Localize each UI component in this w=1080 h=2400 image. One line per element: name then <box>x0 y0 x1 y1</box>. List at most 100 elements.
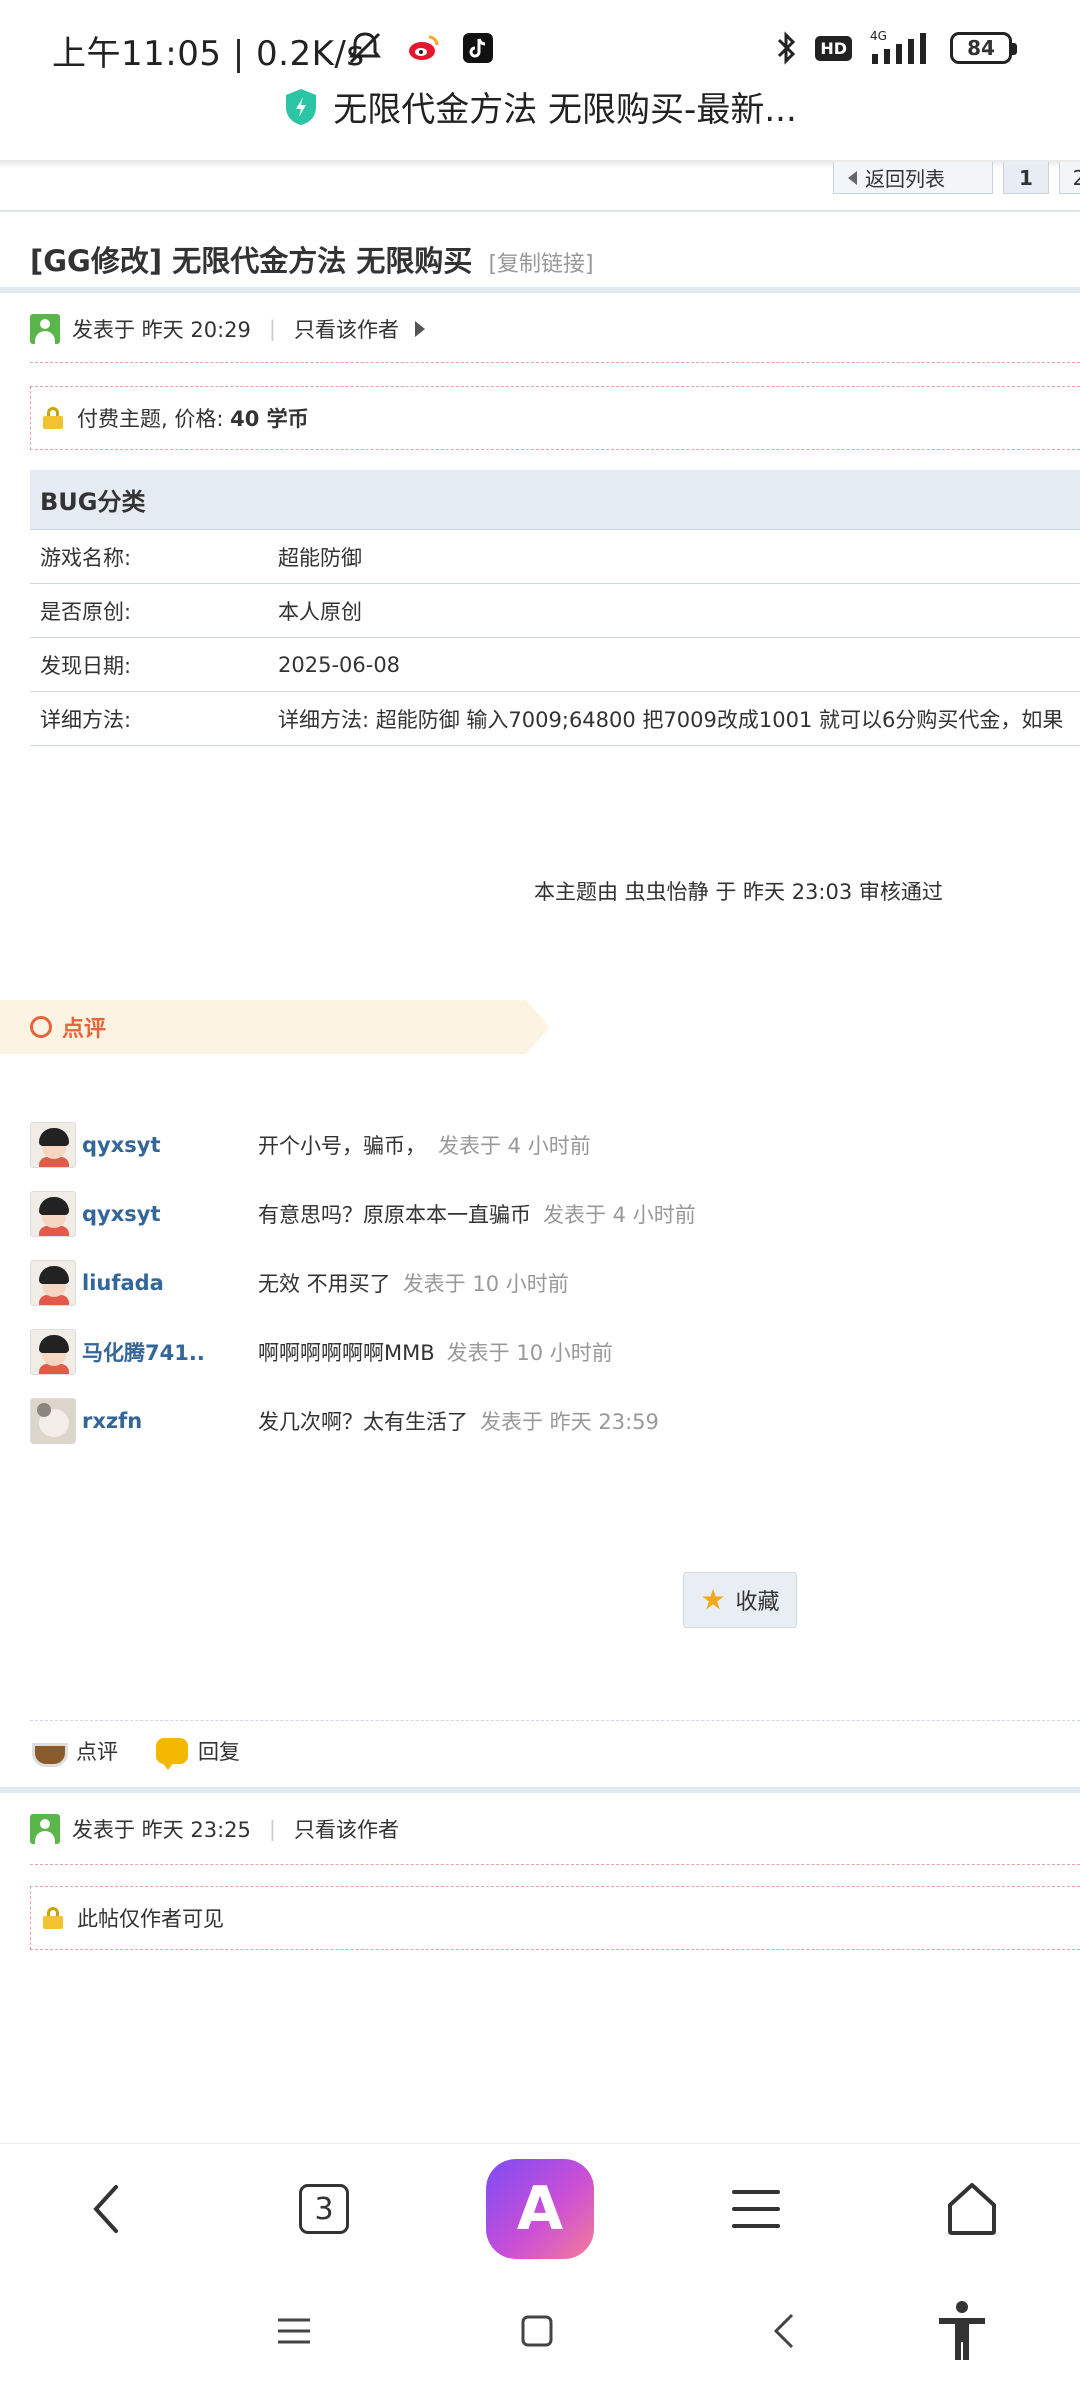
table-row: 发现日期: 2025-06-08 <box>30 638 1080 692</box>
avatar[interactable] <box>30 1397 76 1444</box>
page-title-text: 无限代金方法 无限购买-最新... <box>333 90 797 130</box>
post-meta: 发表于 昨天 20:29 | 只看该作者 <box>30 314 425 344</box>
accessibility-icon[interactable] <box>935 2300 989 2362</box>
online-user-icon <box>30 314 60 344</box>
avatar[interactable] <box>30 1121 76 1168</box>
locked-text: 此帖仅作者可见 <box>77 1907 224 1931</box>
row-key: 发现日期: <box>40 653 132 678</box>
browser-page-title[interactable]: 无限代金方法 无限购买-最新... <box>0 82 1080 131</box>
ai-assistant-button[interactable]: A <box>486 2144 594 2274</box>
row-key: 详细方法: <box>40 707 132 732</box>
paid-topic-notice: 付费主题, 价格: 40 学币 <box>30 386 1080 450</box>
favorite-label: 收藏 <box>735 1590 780 1615</box>
thread-title-text: 无限代金方法 无限购买 <box>172 244 473 278</box>
online-user-icon <box>30 1814 60 1844</box>
table-row: 游戏名称: 超能防御 <box>30 530 1080 584</box>
avatar[interactable] <box>30 1259 76 1306</box>
meta-separator: | <box>268 317 276 341</box>
tabs-button[interactable]: 3 <box>274 2144 374 2274</box>
list-item: 马化腾741.. 啊啊啊啊啊啊MMB 发表于 10 小时前 <box>30 1317 1070 1386</box>
pager: 返回列表 1 2 <box>833 162 1080 194</box>
comment-time: 发表于 4 小时前 <box>438 1133 591 1158</box>
avatar[interactable] <box>30 1190 76 1237</box>
back-to-list-label: 返回列表 <box>865 167 945 191</box>
comment-time: 发表于 10 小时前 <box>446 1340 613 1365</box>
status-system-icons: HD 4G 84 <box>771 28 1017 68</box>
table-row: 详细方法: 详细方法: 超能防御 输入7009;64800 把7009改成100… <box>30 692 1080 746</box>
back-to-list-button[interactable]: 返回列表 <box>833 162 993 194</box>
back-triangle-icon[interactable] <box>770 2312 796 2350</box>
comment-time: 发表于 4 小时前 <box>543 1202 696 1227</box>
comments-title: 点评 <box>62 1017 107 1042</box>
comment-text: 无效 不用买了 <box>258 1271 391 1296</box>
home-square-icon[interactable] <box>520 2314 554 2348</box>
status-time: 上午11:05 | 0.2K/s <box>52 34 365 74</box>
thread-title: [GG修改] 无限代金方法 无限购买 [复制链接] <box>30 238 594 280</box>
thread-tag[interactable]: [GG修改] <box>30 244 162 278</box>
lock-icon <box>43 1907 63 1929</box>
paid-price: 40 学币 <box>230 407 309 431</box>
comment-action-label[interactable]: 点评 <box>76 1736 118 1766</box>
secure-shield-icon <box>286 88 317 125</box>
status-bar: 上午11:05 | 0.2K/s HD 4G 84 <box>0 0 1080 90</box>
bug-category-table: BUG分类 游戏名称: 超能防御 是否原创: 本人原创 发现日期: 2025-0… <box>30 470 1080 746</box>
comment-text: 发几次啊？太有生活了 <box>258 1409 468 1434</box>
right-arrow-icon[interactable] <box>414 321 425 337</box>
reply-action-label[interactable]: 回复 <box>198 1736 240 1766</box>
row-value: 详细方法: 超能防御 输入7009;64800 把7009改成1001 就可以6… <box>278 707 1064 732</box>
back-button[interactable] <box>56 2144 156 2274</box>
row-key: 游戏名称: <box>40 545 132 570</box>
comment-user[interactable]: qyxsyt <box>82 1202 258 1226</box>
comment-user[interactable]: 马化腾741.. <box>82 1337 258 1367</box>
list-item: rxzfn 发几次啊？太有生活了 发表于 昨天 23:59 <box>30 1386 1070 1455</box>
hamburger-icon <box>732 2190 780 2228</box>
star-icon: ★ <box>700 1583 726 1616</box>
paid-label: 付费主题, 价格: 40 学币 <box>77 407 309 431</box>
home-button[interactable] <box>922 2144 1022 2274</box>
post-time: 发表于 昨天 20:29 <box>72 318 251 342</box>
post-meta: 发表于 昨天 23:25 | 只看该作者 <box>30 1814 399 1844</box>
left-arrow-icon <box>848 170 857 185</box>
list-item: qyxsyt 有意思吗？原原本本一直骗币 发表于 4 小时前 <box>30 1179 1070 1248</box>
status-notification-icons <box>345 28 493 68</box>
comment-user[interactable]: qyxsyt <box>82 1133 258 1157</box>
page-1-button[interactable]: 1 <box>1003 162 1049 194</box>
chevron-left-icon <box>93 2185 118 2233</box>
author-only-link[interactable]: 只看该作者 <box>294 1814 399 1844</box>
comment-time: 发表于 10 小时前 <box>402 1271 569 1296</box>
row-key: 是否原创: <box>40 599 132 624</box>
lock-icon <box>43 407 63 429</box>
menu-button[interactable] <box>706 2144 806 2274</box>
list-item: qyxsyt 开个小号，骗币， 发表于 4 小时前 <box>30 1110 1070 1179</box>
author-only-link[interactable]: 只看该作者 <box>294 314 399 344</box>
meta-separator: | <box>268 1817 276 1841</box>
comment-text: 啊啊啊啊啊啊MMB <box>258 1340 435 1365</box>
page-2-button[interactable]: 2 <box>1059 162 1080 194</box>
ai-logo-icon: A <box>486 2159 594 2259</box>
bluetooth-icon <box>778 31 796 65</box>
svg-text:4G: 4G <box>870 29 887 43</box>
review-note: 本主题由 虫虫怡静 于 昨天 23:03 审核通过 <box>534 880 943 904</box>
comment-user[interactable]: rxzfn <box>82 1409 258 1433</box>
circle-icon <box>30 1016 52 1038</box>
avatar[interactable] <box>30 1328 76 1375</box>
hd-badge: HD <box>815 35 852 61</box>
post-divider <box>30 362 1080 363</box>
signal-icon: 4G <box>870 29 926 64</box>
comment-time: 发表于 昨天 23:59 <box>480 1409 659 1434</box>
post-separator <box>0 1787 1080 1793</box>
post-actions: 点评 回复 <box>30 1736 240 1770</box>
speech-bubble-icon[interactable] <box>156 1738 188 1770</box>
recent-apps-icon[interactable] <box>276 2316 312 2346</box>
comment-user[interactable]: liufada <box>82 1271 258 1295</box>
copy-link-button[interactable]: [复制链接] <box>488 252 593 277</box>
row-value: 2025-06-08 <box>278 652 401 677</box>
post-divider <box>30 1864 1080 1865</box>
favorite-button[interactable]: ★ 收藏 <box>683 1572 797 1628</box>
author-only-notice: 此帖仅作者可见 <box>30 1886 1080 1950</box>
coffee-cup-icon[interactable] <box>30 1737 68 1767</box>
row-value: 超能防御 <box>278 545 362 570</box>
list-item: liufada 无效 不用买了 发表于 10 小时前 <box>30 1248 1070 1317</box>
tab-count: 3 <box>299 2184 349 2234</box>
post-time: 发表于 昨天 23:25 <box>72 1818 251 1842</box>
